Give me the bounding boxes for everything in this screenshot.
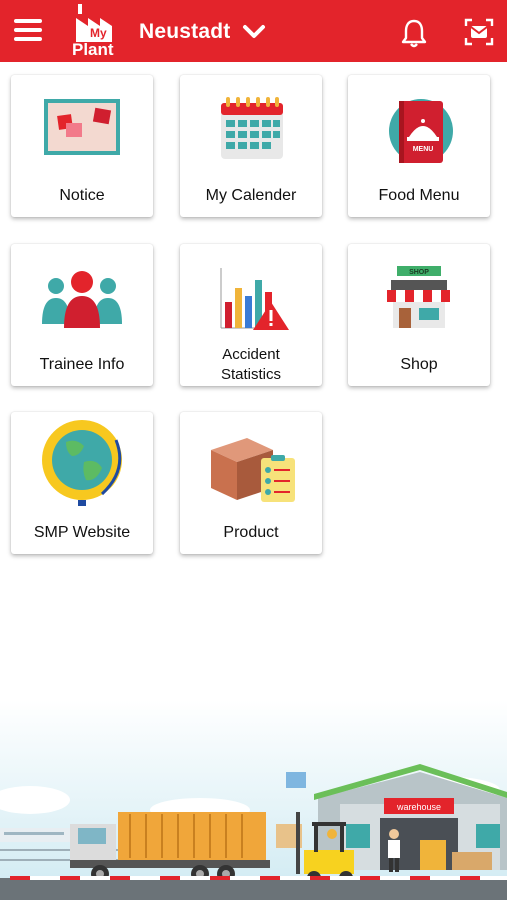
warehouse-sign-text: warehouse bbox=[396, 802, 441, 812]
notification-bell-icon[interactable] bbox=[400, 18, 428, 48]
my-plant-logo: My Plant bbox=[68, 4, 118, 59]
tile-product[interactable]: Product bbox=[180, 412, 322, 554]
accident-chart-icon bbox=[220, 268, 289, 330]
tile-label: Notice bbox=[59, 187, 105, 204]
shop-icon: SHOP bbox=[387, 266, 450, 328]
tile-label: SMP Website bbox=[33, 524, 131, 541]
tile-label: Shop bbox=[400, 356, 438, 373]
tile-label-line2: Statistics bbox=[220, 366, 281, 383]
chevron-down-icon[interactable] bbox=[242, 24, 266, 40]
notice-board-icon bbox=[44, 99, 120, 155]
tile-label: Product bbox=[223, 524, 279, 541]
tile-trainee-info[interactable]: Trainee Info bbox=[11, 244, 153, 386]
logo-text-plant: Plant bbox=[72, 40, 114, 59]
tile-accident-statistics[interactable]: Accident Statistics bbox=[180, 244, 322, 386]
shop-sign-text: SHOP bbox=[409, 269, 429, 276]
inbox-mail-icon[interactable] bbox=[463, 17, 495, 47]
app-bar: My Plant Neustadt bbox=[0, 0, 507, 62]
tile-label: My Calender bbox=[205, 187, 297, 204]
tile-label: Trainee Info bbox=[39, 356, 125, 373]
tile-shop[interactable]: SHOP Shop bbox=[348, 244, 490, 386]
tile-food-menu[interactable]: MENU Food Menu bbox=[348, 75, 490, 217]
hamburger-menu-icon[interactable] bbox=[14, 19, 42, 43]
tile-notice[interactable]: Notice bbox=[11, 75, 153, 217]
calendar-icon bbox=[221, 97, 283, 159]
product-box-icon bbox=[211, 438, 295, 502]
tile-label: Accident Statistics bbox=[180, 345, 322, 385]
menu-sign-text: MENU bbox=[413, 146, 434, 153]
logo-text-my: My bbox=[90, 26, 107, 40]
tile-my-calender[interactable]: My Calender bbox=[180, 75, 322, 217]
tile-label-line1: Accident bbox=[222, 346, 280, 363]
globe-icon bbox=[42, 420, 122, 506]
logistics-scene-illustration: warehouse bbox=[0, 700, 507, 900]
food-menu-icon: MENU bbox=[389, 99, 453, 163]
tile-label: Food Menu bbox=[378, 187, 460, 204]
location-selector-label[interactable]: Neustadt bbox=[139, 20, 230, 44]
trainees-icon bbox=[42, 271, 122, 328]
tile-smp-website[interactable]: SMP Website bbox=[11, 412, 153, 554]
